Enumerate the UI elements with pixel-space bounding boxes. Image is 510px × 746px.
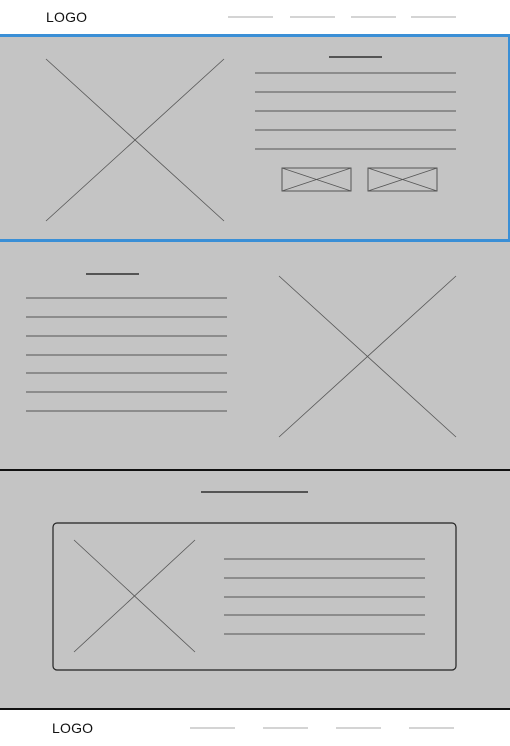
hero-button-1[interactable] [281,167,352,192]
header-bar: LOGO [0,0,510,34]
card-text-lines [224,558,425,635]
hero-image-placeholder [45,58,225,222]
feature-content [26,273,457,438]
hero-content [45,56,456,222]
card-content [52,491,457,671]
hero-section [0,34,510,242]
card-section [0,471,510,708]
header-nav [228,16,456,18]
feature-image-placeholder [278,275,457,438]
feature-section [0,242,510,471]
hero-button-2[interactable] [367,167,438,192]
footer-nav [190,727,454,729]
footer-bar: LOGO [0,708,510,746]
card-image-placeholder [73,539,196,653]
feature-text-lines [26,297,227,412]
hero-text-lines [255,72,456,150]
